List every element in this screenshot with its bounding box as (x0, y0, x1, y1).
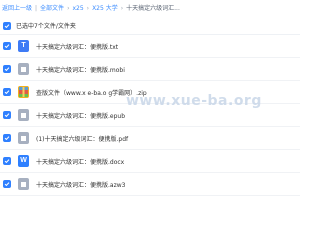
generic-file-icon (18, 178, 29, 190)
archive-icon (19, 87, 28, 97)
zip-file-icon (18, 86, 29, 98)
select-all-checkbox[interactable] (3, 21, 11, 30)
breadcrumb-item-all-files[interactable]: 全部文件 (40, 5, 64, 12)
file-list: T 十天搞定六级词汇：便携版.txt 十天搞定六级词汇：便携版.mobi 查版文… (0, 35, 300, 196)
watermark-text: www.xue-ba.org (126, 93, 262, 109)
file-row[interactable]: T 十天搞定六级词汇：便携版.txt (0, 35, 300, 58)
selection-bar: 已选中7个文件/文件夹 (0, 17, 300, 34)
breadcrumb-separator: | (35, 5, 38, 12)
check-icon (4, 182, 10, 187)
word-file-icon: W (18, 155, 29, 167)
file-checkbox[interactable] (3, 157, 11, 165)
breadcrumb-item-current-folder: 十天搞定六级词汇... (126, 5, 180, 12)
file-checkbox[interactable] (3, 134, 11, 142)
breadcrumb-separator: › (86, 5, 90, 12)
file-name[interactable]: 十天搞定六级词汇：便携版.mobi (36, 65, 125, 74)
generic-file-icon (18, 109, 29, 121)
breadcrumb-item-x25[interactable]: x25 (72, 5, 83, 12)
check-icon (4, 136, 10, 141)
check-icon (4, 23, 10, 28)
file-checkbox[interactable] (3, 42, 11, 50)
generic-file-icon (18, 63, 29, 75)
file-manager-screen: 返回上一级 | 全部文件 › x25 › X25 大学 › 十天搞定六级词汇... 已选中7个文… (0, 0, 300, 200)
file-row[interactable]: 十天搞定六级词汇：便携版.azw3 (0, 173, 300, 196)
breadcrumb-item-x25-university[interactable]: X25 大学 (92, 5, 118, 12)
txt-file-icon: T (18, 40, 29, 52)
file-checkbox[interactable] (3, 180, 11, 188)
check-icon (4, 44, 10, 49)
document-icon (21, 135, 26, 141)
breadcrumb-back-link[interactable]: 返回上一级 (2, 5, 32, 12)
file-row[interactable]: W 十天搞定六级词汇：便携版.docx (0, 150, 300, 173)
file-name[interactable]: 十天搞定六级词汇：便携版.txt (36, 42, 118, 51)
document-icon (21, 112, 26, 118)
breadcrumb-separator: › (120, 5, 124, 12)
file-name[interactable]: 十天搞定六级词汇：便携版.epub (36, 111, 125, 120)
check-icon (4, 159, 10, 164)
document-icon (21, 181, 26, 187)
pdf-file-icon (18, 132, 29, 144)
document-icon (21, 66, 26, 72)
check-icon (4, 90, 10, 95)
breadcrumb: 返回上一级 | 全部文件 › x25 › X25 大学 › 十天搞定六级词汇... (2, 4, 180, 14)
selection-summary: 已选中7个文件/文件夹 (16, 23, 76, 30)
file-name[interactable]: 十天搞定六级词汇：便携版.docx (36, 157, 124, 166)
file-row[interactable]: (1)十天搞定六级词汇：便携版.pdf (0, 127, 300, 150)
check-icon (4, 67, 10, 72)
file-row[interactable]: 十天搞定六级词汇：便携版.mobi (0, 58, 300, 81)
file-checkbox[interactable] (3, 65, 11, 73)
file-name[interactable]: 十天搞定六级词汇：便携版.azw3 (36, 180, 125, 189)
file-name[interactable]: (1)十天搞定六级词汇：便携版.pdf (36, 134, 128, 143)
file-checkbox[interactable] (3, 88, 11, 96)
file-checkbox[interactable] (3, 111, 11, 119)
check-icon (4, 113, 10, 118)
